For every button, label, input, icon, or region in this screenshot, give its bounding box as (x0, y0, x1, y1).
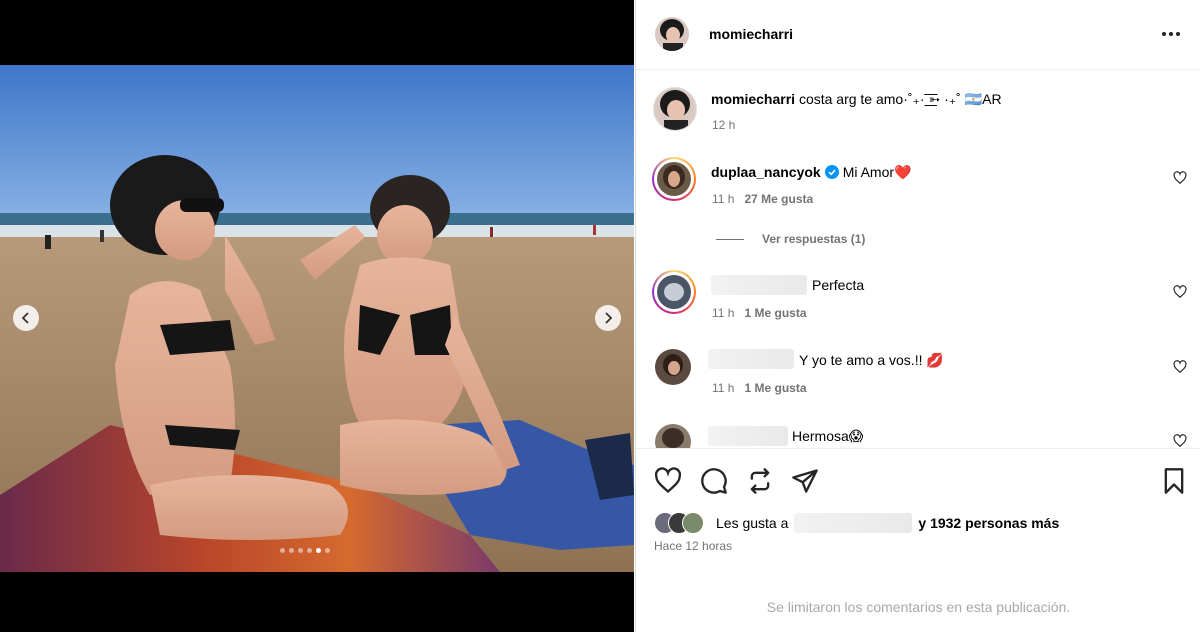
carousel-dot (280, 548, 285, 553)
next-photo-button[interactable] (595, 305, 621, 331)
comment-text: Mi Amor❤️ (842, 164, 912, 180)
comment-like-heart-icon[interactable] (1173, 285, 1187, 299)
comment: duplaa_nancyok Mi Amor❤️ (711, 164, 911, 181)
repost-icon[interactable] (746, 467, 774, 495)
chevron-right-icon (605, 312, 613, 324)
comment-text: Perfecta (812, 277, 865, 293)
comment-text: Y yo te amo a vos.!! 💋 (799, 352, 944, 368)
comment-like-heart-icon[interactable] (1173, 434, 1187, 448)
comment-meta: 11 h 27 Me gusta (712, 192, 813, 206)
comment-avatar[interactable] (655, 349, 691, 385)
replies-divider (716, 239, 744, 240)
post-actions: Les gusta a y 1932 personas más Hace 12 … (636, 448, 1200, 633)
comment-avatar-ring[interactable] (652, 157, 696, 201)
chevron-left-icon (21, 312, 29, 324)
comment-time: 11 h (712, 381, 735, 395)
carousel-dot (298, 548, 303, 553)
comment-avatar (657, 275, 691, 309)
post-header: momiecharri (636, 0, 1200, 70)
likes-summary[interactable]: Les gusta a y 1932 personas más (654, 511, 1059, 535)
view-replies-link[interactable]: Ver respuestas (1) (762, 232, 865, 246)
liker-avatars (654, 512, 712, 534)
caption-text: costa arg te amo·˚₊· ͟͟͞͞➳ ·₊˚ 🇦🇷AR (798, 91, 1002, 107)
redacted-username (708, 426, 788, 446)
post-photo[interactable] (0, 65, 634, 572)
comment-likes[interactable]: 1 Me gusta (744, 381, 806, 395)
comment-meta: 11 h 1 Me gusta (712, 381, 807, 395)
comment-avatar (657, 162, 691, 196)
comment-icon[interactable] (700, 467, 728, 495)
likes-prefix: Les gusta a (716, 515, 789, 531)
comments-limited-notice: Se limitaron los comentarios en esta pub… (766, 599, 1071, 615)
comment-avatar-ring[interactable] (652, 270, 696, 314)
post-details-panel: momiecharri momiecharri costa arg te amo… (635, 0, 1200, 632)
comments-list[interactable]: momiecharri costa arg te amo·˚₊· ͟͟͞͞➳ ·… (636, 70, 1200, 448)
carousel-dot (289, 548, 294, 553)
post-media (0, 0, 634, 632)
bookmark-icon[interactable] (1160, 467, 1188, 495)
comment-like-heart-icon[interactable] (1173, 171, 1187, 185)
comment-text: Hermosa😱 (792, 428, 864, 444)
redacted-username (711, 275, 807, 295)
comment-username[interactable]: duplaa_nancyok (711, 164, 821, 180)
redacted-liker (794, 513, 913, 533)
author-username[interactable]: momiecharri (709, 26, 793, 42)
comment-meta: 11 h 1 Me gusta (712, 306, 807, 320)
send-icon[interactable] (791, 467, 819, 495)
comment-likes[interactable]: 27 Me gusta (744, 192, 813, 206)
author-avatar[interactable] (655, 17, 689, 51)
likes-count[interactable]: y 1932 personas más (918, 515, 1059, 531)
carousel-dot (325, 548, 330, 553)
heart-icon[interactable] (654, 467, 682, 495)
comment-time: 11 h (712, 306, 735, 320)
comment-like-heart-icon[interactable] (1173, 360, 1187, 374)
verified-badge-icon (824, 165, 839, 179)
comment-avatar[interactable] (655, 424, 691, 448)
comment-time: 11 h (712, 192, 735, 206)
caption: momiecharri costa arg te amo·˚₊· ͟͟͞͞➳ ·… (711, 91, 1002, 108)
redacted-username (708, 349, 794, 369)
carousel-dot (307, 548, 312, 553)
caption-time: 12 h (712, 118, 736, 132)
more-options-icon[interactable] (1159, 26, 1183, 42)
carousel-indicator (280, 548, 330, 553)
comment-likes[interactable]: 1 Me gusta (744, 306, 806, 320)
post-timestamp: Hace 12 horas (654, 539, 733, 553)
previous-photo-button[interactable] (13, 305, 39, 331)
carousel-dot-active (316, 548, 321, 553)
caption-author-avatar[interactable] (653, 87, 697, 131)
caption-username[interactable]: momiecharri (711, 91, 795, 107)
